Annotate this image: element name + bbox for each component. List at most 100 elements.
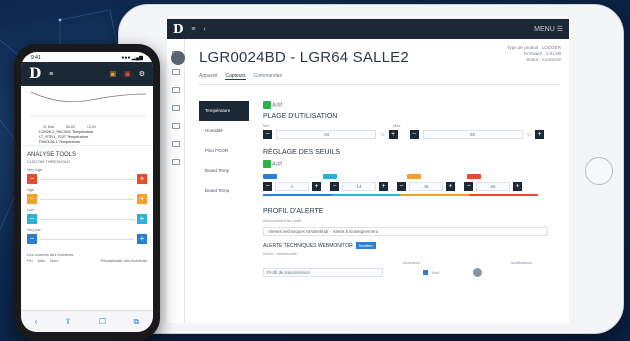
t1-input[interactable]: 1: [275, 182, 309, 191]
tablet-screen: D ≡ ‹ MENU ☰ LGR0024BD - LGR64 SALLE2 Ty…: [167, 19, 569, 323]
t1-increment-button[interactable]: +: [312, 182, 321, 191]
threshold-tag-low: [323, 174, 337, 179]
sensor-nav-item[interactable]: Humidité: [199, 121, 249, 141]
phone-alert-icon[interactable]: ▣: [124, 70, 131, 78]
very-high-plus-button[interactable]: +: [137, 174, 147, 184]
sidebar-chart-icon[interactable]: [171, 69, 180, 75]
t1-decrement-button[interactable]: −: [263, 182, 272, 191]
low-minus-button[interactable]: −: [27, 214, 37, 224]
sidebar-user-icon[interactable]: [171, 159, 180, 165]
thresholds-heading: RÉGLAGE DES SEUILS: [263, 149, 341, 156]
alert-heading: PROFIL D'ALERTE: [263, 208, 324, 215]
field-label: Very low: [27, 228, 41, 232]
threshold-color-bar: [263, 194, 538, 196]
sensor-form: Actif PLAGE D'UTILISATION Min Max − -40 …: [263, 101, 563, 277]
sidebar-alert-icon[interactable]: [171, 87, 180, 93]
chart-legend: LGR26-2_PAC5N1 Température LT_RTR1_T03T …: [39, 130, 153, 145]
webmonitor-sub: Alerte / Individuelle: [263, 251, 297, 256]
tabs-icon[interactable]: ⧉: [134, 317, 140, 327]
t2-decrement-button[interactable]: −: [330, 182, 339, 191]
low-row: − +: [27, 214, 147, 224]
top-navigation-bar: D ≡ ‹ MENU ☰: [167, 19, 569, 39]
webmonitor-badge[interactable]: Modifier: [355, 242, 376, 249]
t2-increment-button[interactable]: +: [379, 182, 388, 191]
very-low-plus-button[interactable]: +: [137, 234, 147, 244]
usage-heading: PLAGE D'UTILISATION: [263, 113, 338, 120]
threshold-tag-very-high: [467, 174, 481, 179]
sidebar-device-icon[interactable]: [171, 105, 180, 111]
very-low-row: − +: [27, 234, 147, 244]
threshold-active-checkbox[interactable]: [263, 160, 271, 168]
sensor-nav-item[interactable]: Pilot POOR: [199, 141, 249, 161]
tablet-home-button[interactable]: [585, 157, 613, 185]
high-row: − +: [27, 194, 147, 204]
high-minus-button[interactable]: −: [27, 194, 37, 204]
t4-input[interactable]: 65: [476, 182, 510, 191]
actif-checkbox[interactable]: [263, 101, 271, 109]
t2-input[interactable]: 14: [342, 182, 376, 191]
t3-increment-button[interactable]: +: [446, 182, 455, 191]
high-input[interactable]: [40, 198, 134, 200]
sidebar-list-icon[interactable]: [171, 123, 180, 129]
min-decrement-button[interactable]: −: [263, 130, 272, 139]
max-increment-button[interactable]: +: [535, 130, 544, 139]
sensor-nav-item[interactable]: Board Temp: [199, 161, 249, 181]
alert-profile-select[interactable]: Alertes techniques MABerkhdr - Alerte à …: [263, 227, 548, 236]
very-low-minus-button[interactable]: −: [27, 234, 37, 244]
tab-commandes[interactable]: Commandes: [254, 73, 282, 80]
max-unit: °C: [526, 132, 532, 137]
min-input[interactable]: -40: [276, 130, 376, 139]
sensor-nav-item[interactable]: Board Temp: [199, 181, 249, 201]
actif-label: Actif: [272, 102, 282, 109]
threshold-tag-very-low: [263, 174, 277, 179]
high-plus-button[interactable]: +: [137, 194, 147, 204]
hamburger-icon[interactable]: ≡: [191, 26, 195, 33]
t4-decrement-button[interactable]: −: [464, 182, 473, 191]
browser-back-icon[interactable]: ‹: [35, 317, 38, 326]
phone-notification-icon[interactable]: ▣: [109, 70, 116, 78]
max-decrement-button[interactable]: −: [409, 130, 419, 139]
footer-columns: Fin Max Nom Récapitulatif des incidents: [27, 258, 153, 263]
min-increment-button[interactable]: +: [388, 130, 398, 139]
footer-col-activation: Activation: [403, 260, 421, 265]
phone-bottom-bar: ‹ ⇪ ☐ ⧉: [21, 310, 153, 332]
footer-col: Max: [37, 258, 46, 263]
t3-decrement-button[interactable]: −: [397, 182, 406, 191]
phone-settings-icon[interactable]: ⚙: [139, 70, 145, 78]
toggle-icon[interactable]: [473, 268, 483, 277]
tab-capteurs[interactable]: Capteurs: [225, 73, 246, 80]
main-content: LGR0024BD - LGR64 SALLE2 Type de produit…: [189, 39, 569, 323]
tab-appareil[interactable]: Appareil: [199, 73, 217, 80]
sidebar-settings-icon[interactable]: [171, 141, 180, 147]
share-icon[interactable]: ⇪: [65, 317, 72, 326]
mail-icon: [423, 270, 428, 275]
device-meta: Type de produit : LOGGER Firmware : 3.01…: [507, 45, 561, 63]
threshold-tag-high: [407, 174, 421, 179]
very-low-input[interactable]: [40, 238, 134, 240]
phone-status-bar: 9:41 ●●● ▂▄▆: [21, 52, 153, 62]
t3-input[interactable]: 45: [409, 182, 443, 191]
back-icon[interactable]: ‹: [204, 26, 206, 33]
low-input[interactable]: [40, 218, 134, 220]
sensor-nav: Température Humidité Pilot POOR Board Te…: [199, 101, 249, 201]
very-high-minus-button[interactable]: −: [27, 174, 37, 184]
transmission-profile-input[interactable]: Profil de transmission: [263, 268, 383, 277]
t4-increment-button[interactable]: +: [513, 182, 522, 191]
meta-line: Statut : Connecté: [526, 57, 561, 62]
phone-device: 9:41 ●●● ▂▄▆ D ≡ ▣ ▣ ⚙ 11 Mar 06:00 12:0…: [14, 44, 160, 340]
footer-col: Fin: [27, 258, 33, 263]
very-high-input[interactable]: [40, 178, 134, 180]
menu-button[interactable]: MENU ☰: [534, 25, 563, 33]
footer-col-notifications: Notifications: [510, 260, 533, 265]
sensor-nav-item[interactable]: Température: [199, 101, 249, 121]
status-time: 9:41: [31, 55, 41, 61]
device-avatar: [171, 51, 185, 65]
bookmarks-icon[interactable]: ☐: [99, 317, 106, 326]
max-input[interactable]: 85: [422, 130, 523, 139]
phone-hamburger-icon[interactable]: ≡: [49, 71, 53, 78]
low-plus-button[interactable]: +: [137, 214, 147, 224]
phone-chart: 11 Mar 06:00 12:00 LGR26-2_PAC5N1 Tempér…: [21, 86, 153, 146]
footer-col: Récapitulatif des incidents: [100, 258, 147, 263]
legend-item: FMK3-56 1 Température: [39, 140, 81, 144]
footer-note: Les courbes des incidents: [27, 252, 74, 257]
